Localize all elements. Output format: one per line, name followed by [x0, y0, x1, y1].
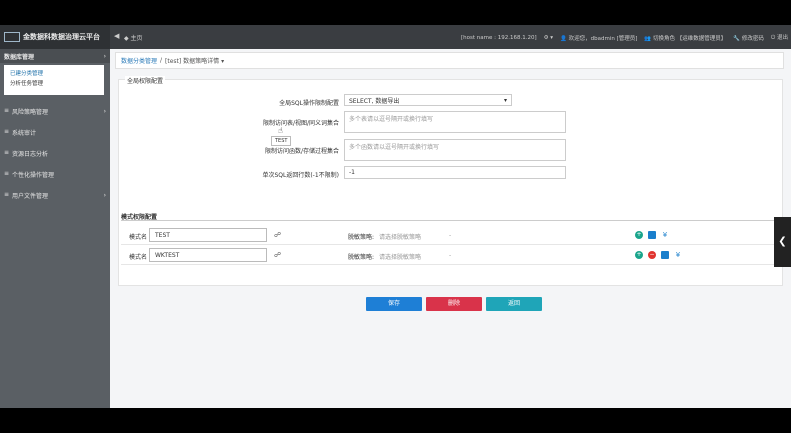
sidebar-item-label: 系统审计	[12, 130, 37, 137]
schema-label: 模式名	[129, 254, 148, 261]
app-screen: 金数据科数据治理云平台 ◀ ◆ 主页 [host name : 192.168.…	[0, 25, 791, 408]
strategy-label: 脱敏策略:	[348, 254, 375, 261]
main-content: 数据分类管理 / [test] 数据策略详情 ▾ 全局权限配置 全局SQL操作限…	[110, 49, 791, 408]
strategy-select[interactable]: 请选择脱敏策略	[379, 232, 421, 241]
textarea-placeholder: 多个表请以逗号隔开或换行填写	[349, 116, 434, 123]
app-title: 金数据科数据治理云平台	[23, 33, 100, 41]
sidebar-item[interactable]: ≡ 风险策略管理 ›	[0, 101, 110, 122]
tree-icon[interactable]: ☍	[274, 251, 281, 259]
chevron-right-icon: ›	[103, 108, 106, 115]
sidebar-item-label: 用户文件管理	[12, 193, 49, 200]
chevron-right-icon: ›	[103, 192, 106, 199]
row-limit-value: -1	[349, 169, 355, 176]
mouse-cursor-icon: ☝	[278, 126, 283, 135]
schema-label: 模式名	[129, 234, 148, 241]
expand-down-icon[interactable]: ¥	[674, 251, 682, 259]
delete-button[interactable]: 删除	[426, 297, 482, 311]
user-info[interactable]: 👤 欢迎您，dbadmin [管理员]	[560, 34, 637, 42]
sidebar-item-label: 资源日志分析	[12, 151, 49, 158]
global-section-legend: 全局权限配置	[125, 76, 166, 85]
field-label: 限制访问函数/存储过程集合	[264, 148, 339, 155]
textarea-placeholder: 多个函数请以逗号隔开或换行填写	[349, 144, 440, 151]
settings-gear-icon[interactable]: ⚙ ▾	[544, 35, 553, 41]
schema-name-value: WKTEST	[155, 252, 180, 259]
sidebar: 数据库管理 › 已建分类管理 分析任务管理 ≡ 风险策略管理 › ≡ 系统审计 ≡ 资…	[0, 49, 110, 408]
save-button[interactable]: 保存	[366, 297, 422, 311]
top-bar: 金数据科数据治理云平台 ◀ ◆ 主页 [host name : 192.168.…	[0, 25, 791, 49]
function-restrict-textarea[interactable]: 多个函数请以逗号隔开或换行填写	[344, 139, 566, 161]
sidebar-item-label: 个性化操作管理	[12, 172, 55, 179]
strategy-label: 脱敏策略:	[348, 234, 375, 241]
switch-role-link[interactable]: 👥 切换角色 【运维数据管理员】	[644, 34, 726, 42]
caret-down-icon: ▾	[503, 96, 507, 104]
table-row: 模式名 TEST ☍ 脱敏策略: 请选择脱敏策略 - + ¥	[121, 226, 781, 245]
table-row: 模式名 WKTEST ☍ 脱敏策略: 请选择脱敏策略 - + − ¥	[121, 246, 781, 265]
list-icon: ≡	[4, 170, 10, 177]
breadcrumb-current[interactable]: [test] 数据策略详情 ▾	[165, 56, 224, 65]
table-restrict-textarea[interactable]: 多个表请以逗号隔开或换行填写	[344, 111, 566, 133]
sidebar-sub-item[interactable]: 分析任务管理	[10, 79, 98, 89]
list-icon: ≡	[4, 128, 10, 135]
logo: 金数据科数据治理云平台	[0, 25, 110, 49]
sql-limit-value: SELECT, 数据导出	[349, 97, 400, 105]
bottom-black-bar	[0, 408, 791, 433]
list-icon: ≡	[4, 107, 10, 114]
sidebar-item[interactable]: ≡ 资源日志分析	[0, 143, 110, 164]
sidebar-item-database[interactable]: 数据库管理 ›	[0, 49, 110, 63]
top-right-menu: [host name : 192.168.1.20] ⚙ ▾ 👤 欢迎您，dba…	[461, 33, 788, 42]
sql-limit-select[interactable]: SELECT, 数据导出 ▾	[344, 94, 512, 106]
divider	[121, 220, 781, 221]
list-icon: ≡	[4, 149, 10, 156]
sidebar-item[interactable]: ≡ 系统审计	[0, 122, 110, 143]
row-limit-input[interactable]: -1	[344, 166, 566, 179]
tree-icon[interactable]: ☍	[274, 231, 281, 239]
logo-mark-icon	[4, 32, 20, 42]
list-icon: ≡	[4, 191, 10, 198]
chevron-left-icon: ❮	[778, 236, 787, 247]
sidebar-item[interactable]: ≡ 用户文件管理 ›	[0, 185, 110, 206]
field-label: 全局SQL操作限制配置	[279, 100, 339, 107]
add-icon[interactable]: +	[635, 231, 643, 239]
strategy-dash: -	[449, 252, 452, 259]
breadcrumb-separator: /	[160, 57, 163, 64]
field-label: 限制访问表/视图/同义词集合	[262, 120, 339, 127]
expand-down-icon[interactable]: ¥	[661, 231, 669, 239]
schema-name-input[interactable]: TEST	[149, 228, 267, 242]
sidebar-item[interactable]: ≡ 个性化操作管理	[0, 164, 110, 185]
delete-icon[interactable]: −	[648, 251, 656, 259]
field-label: 单次SQL返回行数(-1不限制)	[262, 172, 339, 179]
host-name: [host name : 192.168.1.20]	[461, 34, 537, 41]
copy-icon[interactable]	[648, 231, 656, 239]
sidebar-sub-item[interactable]: 已建分类管理	[10, 69, 98, 79]
sidebar-submenu: 已建分类管理 分析任务管理	[4, 65, 104, 95]
back-icon[interactable]: ◀	[114, 32, 119, 40]
back-button[interactable]: 返回	[486, 297, 542, 311]
schema-name-value: TEST	[155, 232, 170, 239]
breadcrumb-link[interactable]: 数据分类管理	[121, 56, 157, 65]
logout-link[interactable]: ⏻ 退出	[771, 33, 788, 42]
tooltip: TEST	[271, 136, 292, 146]
change-password-link[interactable]: 🔧 修改密码	[733, 34, 764, 42]
add-icon[interactable]: +	[635, 251, 643, 259]
breadcrumb: 数据分类管理 / [test] 数据策略详情 ▾	[115, 52, 784, 69]
copy-icon[interactable]	[661, 251, 669, 259]
side-scroll-tab[interactable]: ❮	[774, 217, 791, 267]
strategy-select[interactable]: 请选择脱敏策略	[379, 252, 421, 261]
home-link[interactable]: ◆ 主页	[124, 33, 143, 42]
sidebar-item-label: 风险策略管理	[12, 109, 49, 116]
schema-name-input[interactable]: WKTEST	[149, 248, 267, 262]
sidebar-head-label: 数据库管理	[4, 53, 35, 61]
strategy-dash: -	[449, 232, 452, 239]
chevron-right-icon: ›	[103, 52, 106, 60]
